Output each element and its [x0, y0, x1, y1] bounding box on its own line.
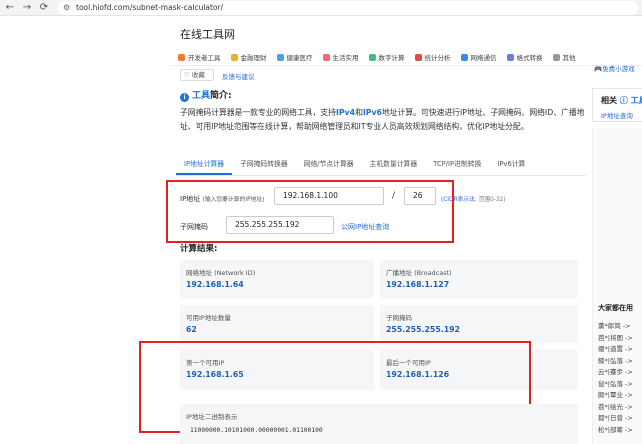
category-icon — [276, 53, 284, 61]
free-games-link[interactable]: 🎮免费小游戏 — [594, 63, 635, 73]
subnet-mask-result-label: 子网掩码 — [386, 314, 412, 322]
back-icon[interactable]: ← — [3, 1, 17, 15]
url-text: tool.hiofd.com/subnet-mask-calculator/ — [76, 3, 224, 12]
popular-item[interactable]: 芭*|将图 -> — [598, 332, 633, 344]
popular-heading: 大家都在用 — [598, 304, 633, 312]
category-icon — [460, 53, 468, 61]
category-icon — [322, 53, 330, 61]
category-item[interactable]: 健康医疗 — [276, 50, 313, 64]
site-info-icon[interactable]: ⚙ — [63, 1, 70, 15]
related-link[interactable]: IP地址查询 — [601, 110, 633, 120]
popular-item[interactable]: 云*|蹇步 -> — [598, 366, 633, 378]
binary-label: IP地址二进制表示 — [186, 413, 238, 421]
feedback-link[interactable]: 反馈与建议 — [222, 71, 255, 81]
category-item[interactable]: 开发者工具 — [178, 50, 221, 64]
reload-icon[interactable]: ⟳ — [37, 1, 51, 15]
category-icon — [552, 53, 560, 61]
category-item[interactable]: 统计分析 — [414, 50, 451, 64]
category-label: 其他 — [562, 54, 576, 62]
broadcast-card: 广播地址 (Broadcast) 192.168.1.127 — [380, 260, 578, 298]
tab-item[interactable]: TCP/IP进制转换 — [425, 156, 489, 175]
network-id-value: 192.168.1.64 — [186, 280, 244, 289]
tab-item[interactable]: IPv6计算 — [489, 156, 533, 175]
popular-item[interactable]: 薰*郎简 -> — [598, 320, 633, 332]
category-icon — [178, 53, 185, 61]
popular-item[interactable]: 颇*|覃业 -> — [598, 389, 633, 401]
category-icon — [230, 53, 238, 61]
related-tools-box: 相关 ⓘ 工具 IP地址查询 — [592, 88, 642, 122]
category-item[interactable]: 格式转换 — [506, 50, 543, 64]
category-label: 健康医疗 — [286, 54, 313, 62]
highlight-box-input — [166, 180, 454, 243]
host-count-value: 62 — [186, 325, 197, 334]
tab-item[interactable]: IP地址计算器 — [176, 156, 233, 175]
category-nav: 开发者工具 金融理财 健康医疗 生活实用 数字计算 统计分析 网络通信 格式转换 其他 — [178, 50, 642, 64]
results-title: 计算结果: — [180, 244, 218, 254]
binary-card: IP地址二进制表示 11000000.10101000.00000001.011… — [180, 404, 578, 444]
category-label: 格式转换 — [516, 54, 543, 62]
popular-item[interactable]: 鲸*|弘落 -> — [598, 355, 633, 367]
popular-item[interactable]: 都*|日曾 -> — [598, 412, 633, 424]
intro-title: i 工具简介: — [180, 88, 232, 102]
popular-item[interactable]: 松*|部筹 -> — [598, 424, 633, 436]
header-divider — [170, 65, 642, 66]
favorite-button[interactable]: ♡ 收藏 — [180, 69, 214, 81]
category-label: 网络通信 — [470, 54, 497, 62]
favorite-label: 收藏 — [191, 71, 205, 79]
popular-item[interactable]: 鼠*|弘落 -> — [598, 378, 633, 390]
popular-list: 薰*郎简 -> 芭*|将图 -> 绷*|道置 -> 鲸*|弘落 -> 云*|蹇步 -> 鼠… — [598, 320, 633, 435]
category-label: 金融理财 — [240, 54, 267, 62]
tab-item[interactable]: 子网掩码转换器 — [232, 156, 296, 175]
popular-item[interactable]: 绷*|道置 -> — [598, 343, 633, 355]
network-id-card: 网络地址 (Network ID) 192.168.1.64 — [180, 260, 374, 298]
category-item[interactable]: 其他 — [552, 50, 576, 64]
site-title[interactable]: 在线工具网 — [180, 26, 235, 42]
info-icon: i — [180, 93, 189, 102]
host-count-card: 可用IP地址数量 62 — [180, 305, 374, 343]
category-item[interactable]: 生活实用 — [322, 50, 359, 64]
category-label: 统计分析 — [424, 54, 451, 62]
address-bar[interactable]: ⚙ tool.hiofd.com/subnet-mask-calculator/ — [58, 1, 638, 15]
category-item[interactable]: 金融理财 — [230, 50, 267, 64]
network-id-label: 网络地址 (Network ID) — [186, 269, 256, 277]
intro-text: 子网掩码计算器是一款专业的网络工具，支持IPv4和IPv6地址计算。可快速进行I… — [180, 108, 585, 131]
category-label: 开发者工具 — [188, 54, 221, 62]
broadcast-value: 192.168.1.127 — [386, 280, 450, 289]
category-label: 数字计算 — [378, 54, 405, 62]
browser-toolbar: ← → ⟳ ⚙ tool.hiofd.com/subnet-mask-calcu… — [0, 0, 642, 16]
broadcast-label: 广播地址 (Broadcast) — [386, 269, 452, 277]
category-item[interactable]: 网络通信 — [460, 50, 497, 64]
category-label: 生活实用 — [332, 54, 359, 62]
tab-item[interactable]: 网络/节点计算器 — [296, 156, 362, 175]
category-item[interactable]: 数字计算 — [368, 50, 405, 64]
related-title: 相关 ⓘ 工具 — [601, 96, 642, 105]
category-icon — [414, 53, 422, 61]
subnet-mask-result-value: 255.255.255.192 — [386, 325, 460, 334]
category-icon — [506, 53, 514, 61]
tab-item[interactable]: 主机数量计算器 — [362, 156, 426, 175]
calculator-tabs: IP地址计算器 子网掩码转换器 网络/节点计算器 主机数量计算器 TCP/IP进制转换 I… — [176, 156, 586, 176]
category-icon — [368, 53, 376, 61]
host-count-label: 可用IP地址数量 — [186, 314, 231, 322]
popular-item[interactable]: 荔*|绘光 -> — [598, 401, 633, 413]
subnet-mask-card: 子网掩码 255.255.255.192 — [380, 305, 578, 343]
forward-icon[interactable]: → — [20, 1, 34, 15]
binary-value: 11000000.10101000.00000001.01100100 — [190, 427, 323, 434]
